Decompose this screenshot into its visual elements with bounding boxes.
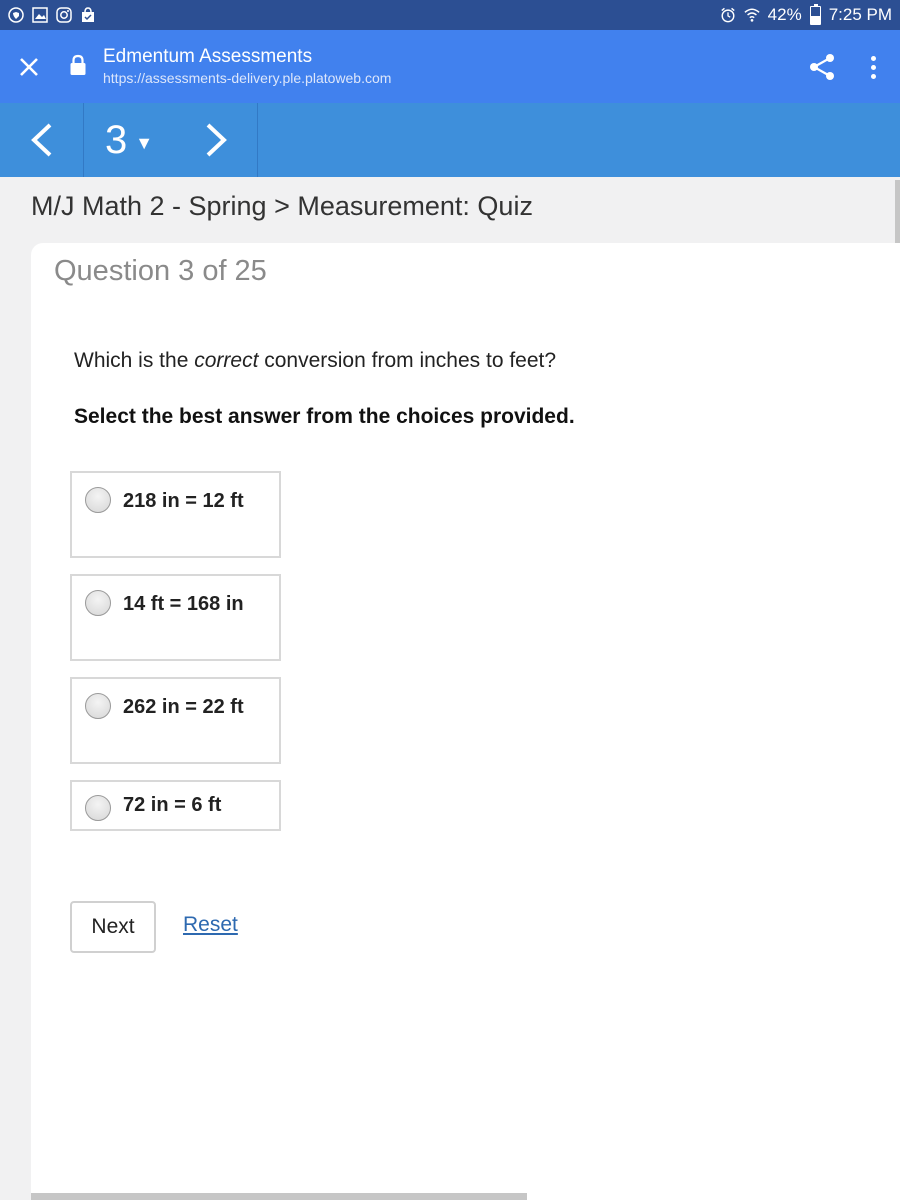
previous-question-button[interactable] — [0, 103, 84, 177]
question-instruction: Select the best answer from the choices … — [74, 405, 575, 428]
answer-choice[interactable]: 262 in = 22 ft — [70, 677, 281, 764]
next-question-button[interactable] — [174, 103, 258, 177]
question-text-emphasis: correct — [194, 349, 259, 372]
site-url[interactable]: https://assessments-delivery.ple.platowe… — [103, 70, 391, 86]
choice-label: 262 in = 22 ft — [123, 696, 244, 718]
alarm-icon — [720, 7, 736, 23]
radio-button[interactable] — [85, 487, 111, 513]
question-counter: Question 3 of 25 — [54, 255, 267, 287]
choice-label: 72 in = 6 ft — [123, 794, 222, 816]
answer-choice[interactable]: 14 ft = 168 in — [70, 574, 281, 661]
more-vert-icon[interactable] — [862, 52, 884, 82]
shopping-bag-icon — [80, 7, 96, 23]
share-icon — [810, 54, 834, 80]
question-text-end: conversion from inches to feet? — [258, 349, 557, 372]
lock-icon — [70, 54, 86, 76]
answer-choice[interactable]: 72 in = 6 ft — [70, 780, 281, 831]
radio-button[interactable] — [85, 795, 111, 821]
question-number-dropdown[interactable]: 3 ▼ — [84, 103, 174, 177]
choice-label: 218 in = 12 ft — [123, 490, 244, 512]
wifi-icon — [744, 7, 760, 23]
radio-button[interactable] — [85, 590, 111, 616]
close-icon — [20, 58, 38, 76]
horizontal-scrollbar[interactable] — [31, 1193, 527, 1200]
share-button[interactable] — [806, 52, 838, 82]
question-card: Question 3 of 25 Which is the correct co… — [31, 243, 900, 1200]
radio-button[interactable] — [85, 693, 111, 719]
clock: 7:25 PM — [828, 5, 892, 24]
close-tab-button[interactable] — [14, 52, 44, 82]
caret-down-icon: ▼ — [135, 132, 154, 153]
reset-link[interactable]: Reset — [183, 913, 238, 937]
battery-icon — [809, 3, 821, 25]
answer-choice[interactable]: 218 in = 12 ft — [70, 471, 281, 558]
status-bar: 42% 7:25 PM — [0, 0, 900, 30]
breadcrumb: M/J Math 2 - Spring > Measurement: Quiz — [31, 191, 533, 221]
notification-icons — [8, 7, 96, 23]
question-number: 3 — [104, 117, 128, 162]
question-nav-bar: 3 ▼ — [0, 103, 900, 177]
instagram-icon — [56, 7, 72, 23]
choice-label: 14 ft = 168 in — [123, 593, 244, 615]
question-text: Which is the correct conversion from inc… — [74, 349, 556, 373]
question-text-start: Which is the — [74, 349, 195, 372]
vpn-shield-icon — [8, 7, 24, 23]
battery-percent: 42% — [767, 5, 802, 24]
browser-toolbar: Edmentum Assessments https://assessments… — [0, 30, 900, 103]
chevron-left-icon — [30, 123, 51, 157]
battery-level — [810, 16, 820, 24]
chevron-right-icon — [206, 123, 227, 157]
gallery-icon — [32, 7, 48, 23]
system-status: 42% 7:25 PM — [720, 3, 892, 25]
site-title: Edmentum Assessments — [103, 46, 313, 67]
screen: 42% 7:25 PM Edmentum Assessments https:/… — [0, 0, 900, 1200]
next-button[interactable]: Next — [70, 901, 156, 953]
